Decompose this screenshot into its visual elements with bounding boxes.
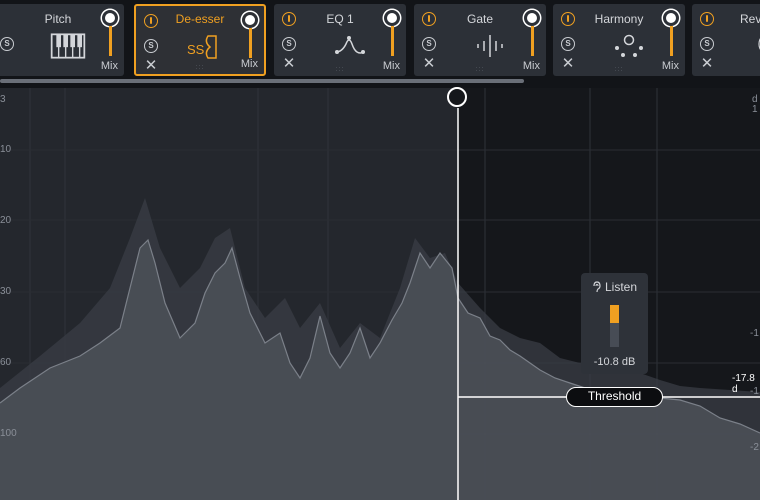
- y-axis-label-right: -1: [750, 328, 759, 339]
- y-axis-label-left: 10: [0, 144, 12, 155]
- mix-knob[interactable]: [102, 10, 118, 26]
- y-axis-label-right: -2: [750, 442, 759, 453]
- y-axis-label-left: 30: [0, 286, 12, 297]
- mix-label: Mix: [382, 60, 400, 72]
- reverb-icon: [758, 38, 760, 50]
- frequency-handle[interactable]: [447, 87, 467, 107]
- mix-knob[interactable]: [384, 10, 400, 26]
- mix-knob[interactable]: [524, 10, 540, 26]
- solo-button[interactable]: S: [144, 39, 158, 53]
- module-chain: S Pitch Mix De-esser S ✕ SS ::: Mix EQ 1…: [0, 0, 760, 88]
- module-strip-scrollbar[interactable]: [0, 79, 524, 83]
- mix-level-bar: [669, 26, 673, 56]
- mix-level-bar: [390, 26, 394, 56]
- drag-grip[interactable]: :::: [194, 64, 206, 71]
- de-esser-icon-text: SS: [187, 42, 205, 57]
- mix-knob[interactable]: [242, 12, 258, 28]
- drag-grip[interactable]: :::: [334, 66, 346, 73]
- close-icon[interactable]: ✕: [422, 56, 436, 71]
- mix-level-bar: [108, 26, 112, 56]
- threshold-value: -17.8 d: [732, 373, 755, 395]
- solo-button[interactable]: S: [561, 37, 575, 51]
- mix-knob[interactable]: [663, 10, 679, 26]
- power-icon[interactable]: [700, 12, 714, 26]
- y-axis-label-left: 20: [0, 215, 12, 226]
- ear-icon: [593, 281, 601, 293]
- de-esser-icon: SS: [187, 35, 217, 59]
- mix-level-bar: [530, 26, 534, 56]
- module-harmony[interactable]: Harmony S ✕ ::: Mix: [553, 4, 685, 76]
- drag-grip[interactable]: :::: [474, 66, 486, 73]
- piano-keys-icon: [50, 33, 86, 59]
- listen-button[interactable]: Listen: [581, 280, 648, 294]
- mix-label: Mix: [522, 60, 540, 72]
- module-reverb[interactable]: Rev S ✕: [692, 4, 760, 76]
- y-axis-label-left: 100: [0, 428, 17, 439]
- eq-curve-icon: [335, 36, 365, 54]
- harmony-icon: [615, 34, 643, 57]
- mix-label: Mix: [240, 58, 258, 70]
- solo-button[interactable]: S: [282, 37, 296, 51]
- drag-grip[interactable]: :::: [613, 66, 625, 73]
- mix-level-bar: [248, 28, 252, 58]
- solo-button[interactable]: S: [422, 37, 436, 51]
- gate-icon: [477, 35, 503, 57]
- module-pitch[interactable]: S Pitch Mix: [0, 4, 124, 76]
- module-gate[interactable]: Gate S ✕ ::: Mix: [414, 4, 546, 76]
- close-icon[interactable]: ✕: [144, 58, 158, 73]
- gain-reduction-meter: [610, 305, 619, 347]
- y-axis-label-left: 3: [0, 94, 6, 105]
- mix-label: Mix: [661, 60, 679, 72]
- module-de-esser[interactable]: De-esser S ✕ SS ::: Mix: [134, 4, 266, 76]
- close-icon[interactable]: ✕: [282, 56, 296, 71]
- close-icon[interactable]: ✕: [700, 56, 714, 71]
- threshold-handle[interactable]: Threshold: [566, 387, 663, 407]
- listen-panel[interactable]: Listen -10.8 dB: [581, 273, 648, 374]
- gain-reduction-fill: [610, 305, 619, 323]
- y-axis-label-left: 60: [0, 357, 12, 368]
- module-title: Rev: [740, 12, 760, 26]
- solo-button[interactable]: S: [700, 37, 714, 51]
- y-axis-label-right: 1: [752, 104, 758, 115]
- mix-label: Mix: [100, 60, 118, 72]
- solo-button[interactable]: S: [0, 37, 14, 51]
- close-icon[interactable]: ✕: [561, 56, 575, 71]
- gain-reduction-value: -10.8 dB: [593, 356, 636, 368]
- listen-label: Listen: [604, 280, 638, 294]
- module-eq-1[interactable]: EQ 1 S ✕ ::: Mix: [274, 4, 406, 76]
